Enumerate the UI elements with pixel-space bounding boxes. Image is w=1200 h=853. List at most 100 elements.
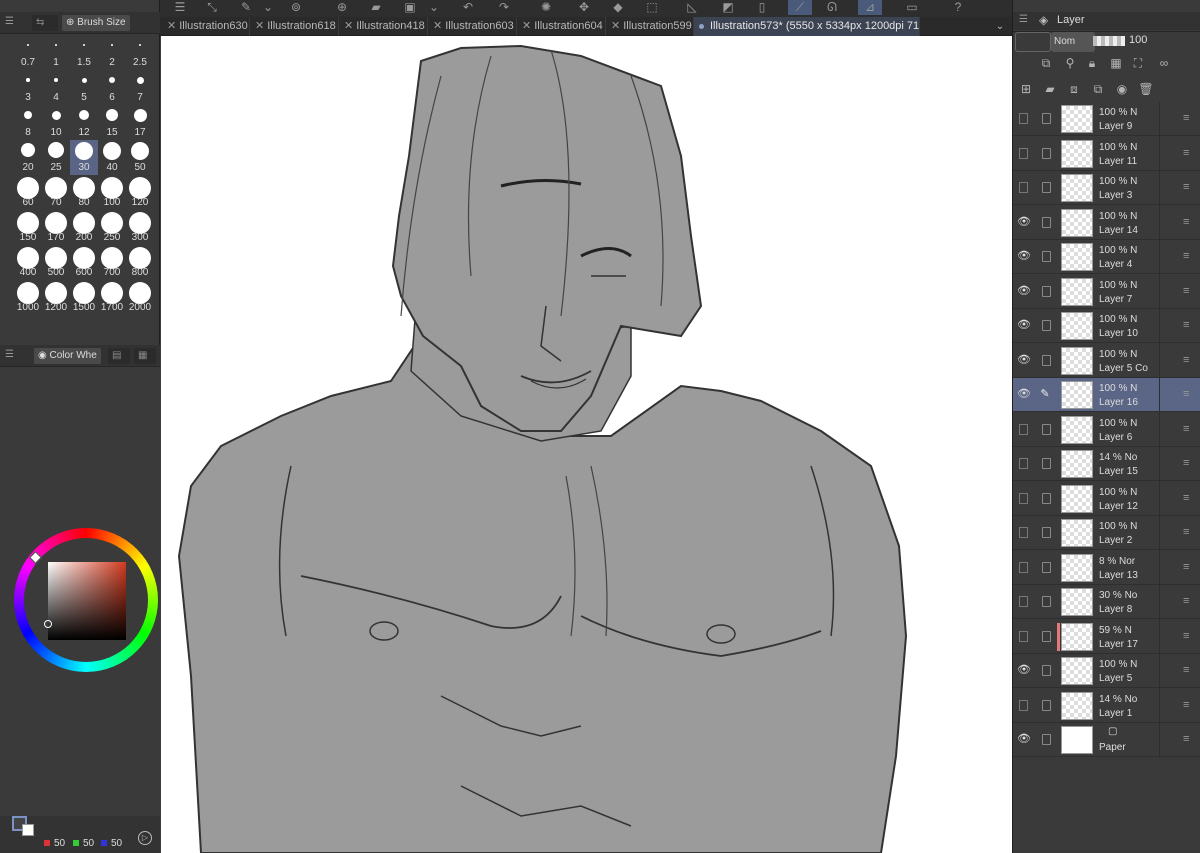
layer-lock-toggle[interactable] xyxy=(1042,630,1051,642)
save-icon[interactable]: ▣ xyxy=(398,0,422,15)
layer-drag-handle-icon[interactable]: ≡ xyxy=(1183,181,1189,193)
layer-lock-toggle[interactable] xyxy=(1042,320,1051,331)
visibility-eye-icon[interactable]: 👁︎ xyxy=(1017,353,1031,367)
brush-size-20[interactable]: 20 xyxy=(14,140,42,175)
layer-row[interactable]: 100 % N Layer 6 ≡ xyxy=(1013,413,1200,447)
brush-size-2000[interactable]: 2000 xyxy=(126,280,154,315)
layer-drag-handle-icon[interactable]: ≡ xyxy=(1183,423,1189,435)
brush-size-1700[interactable]: 1700 xyxy=(98,280,126,315)
layer-lock-toggle[interactable] xyxy=(1042,699,1051,711)
brush-size-1.5[interactable]: 1.5 xyxy=(70,35,98,70)
brush-size-800[interactable]: 800 xyxy=(126,245,154,280)
layer-drag-handle-icon[interactable]: ≡ xyxy=(1183,319,1189,331)
layer-lock-toggle[interactable] xyxy=(1042,182,1051,193)
brush-size-17[interactable]: 17 xyxy=(126,105,154,140)
color-picker-marker[interactable] xyxy=(44,620,52,628)
menu-icon[interactable]: ☰ xyxy=(168,0,192,15)
visibility-toggle[interactable] xyxy=(1019,699,1028,711)
visibility-eye-icon[interactable]: 👁︎ xyxy=(1017,249,1031,263)
visibility-toggle[interactable] xyxy=(1019,492,1028,504)
brush-size-25[interactable]: 25 xyxy=(42,140,70,175)
close-tab-icon[interactable]: ✕ xyxy=(611,20,620,32)
visibility-eye-icon[interactable]: 👁︎ xyxy=(1017,318,1031,332)
visibility-toggle[interactable] xyxy=(1019,527,1028,538)
layer-drag-handle-icon[interactable]: ≡ xyxy=(1183,561,1189,573)
sub-color-swatch[interactable] xyxy=(22,824,34,836)
visibility-toggle[interactable] xyxy=(1019,630,1028,642)
layer-lock-toggle[interactable] xyxy=(1042,665,1051,676)
layer-drag-handle-icon[interactable]: ≡ xyxy=(1183,492,1189,504)
visibility-toggle[interactable] xyxy=(1019,113,1028,124)
opacity-slider[interactable] xyxy=(1093,36,1125,46)
brush-size-6[interactable]: 6 xyxy=(98,70,126,105)
layer-row[interactable]: 👁︎ 100 % N Layer 5 Co ≡ xyxy=(1013,344,1200,378)
brush-size-0.7[interactable]: 0.7 xyxy=(14,35,42,70)
layer-drag-handle-icon[interactable]: ≡ xyxy=(1183,733,1189,745)
transfer-down-icon[interactable]: ⧈ xyxy=(1065,80,1083,98)
chevron-down-icon[interactable]: ⌄ xyxy=(256,0,280,15)
brush-size-10[interactable]: 10 xyxy=(42,105,70,140)
color-slider-tab-icon[interactable]: ▤ xyxy=(108,348,130,364)
snap-icon[interactable]: ⟋ xyxy=(788,0,812,15)
layer-row[interactable]: 100 % N Layer 11 ≡ xyxy=(1013,137,1200,171)
layer-lock-toggle[interactable] xyxy=(1042,492,1051,504)
brush-size-1[interactable]: 1 xyxy=(42,35,70,70)
layer-drag-handle-icon[interactable]: ≡ xyxy=(1183,595,1189,607)
layer-lock-toggle[interactable] xyxy=(1042,561,1051,573)
document-tab[interactable]: Illustration573* (5550 x 5334px 1200dpi … xyxy=(694,17,920,36)
layer-lock-toggle[interactable] xyxy=(1042,527,1051,538)
panel-menu-icon[interactable]: ☰ xyxy=(5,16,15,28)
brush-size-15[interactable]: 15 xyxy=(98,105,126,140)
layer-lock-toggle[interactable] xyxy=(1042,285,1051,297)
close-tab-icon[interactable]: ✕ xyxy=(344,20,353,32)
brush-size-1000[interactable]: 1000 xyxy=(14,280,42,315)
ruler-icon[interactable]: ◺ xyxy=(680,0,704,15)
visibility-toggle[interactable] xyxy=(1019,423,1028,435)
visibility-eye-icon[interactable]: 👁︎ xyxy=(1017,387,1031,401)
select-icon[interactable]: ⬚ xyxy=(640,0,664,15)
layer-drag-handle-icon[interactable]: ≡ xyxy=(1183,388,1189,400)
brush-size-80[interactable]: 80 xyxy=(70,175,98,210)
layer-mask-icon[interactable]: ◉ xyxy=(1113,80,1131,98)
document-tab[interactable]: ✕ Illustration604 xyxy=(517,17,606,36)
close-tab-icon[interactable]: ✕ xyxy=(255,20,264,32)
layer-drag-handle-icon[interactable]: ≡ xyxy=(1183,664,1189,676)
visibility-eye-icon[interactable]: 👁︎ xyxy=(1017,215,1031,229)
redo-icon[interactable]: ↷ xyxy=(492,0,516,15)
layer-lock-toggle[interactable] xyxy=(1042,216,1051,228)
layer-row[interactable]: 8 % Nor Layer 13 ≡ xyxy=(1013,551,1200,585)
layer-row[interactable]: 👁︎ 100 % N Layer 14 ≡ xyxy=(1013,206,1200,240)
brush-size-170[interactable]: 170 xyxy=(42,210,70,245)
visibility-eye-icon[interactable]: 👁︎ xyxy=(1017,663,1031,677)
layer-row[interactable]: 👁︎ ✎ 100 % N Layer 16 ≡ xyxy=(1013,378,1200,412)
layer-drag-handle-icon[interactable]: ≡ xyxy=(1183,526,1189,538)
brush-size-2.5[interactable]: 2.5 xyxy=(126,35,154,70)
layer-lock-toggle[interactable] xyxy=(1042,734,1051,745)
layer-drag-handle-icon[interactable]: ≡ xyxy=(1183,457,1189,469)
document-tab[interactable]: ✕ Illustration618 xyxy=(250,17,339,36)
brush-size-1500[interactable]: 1500 xyxy=(70,280,98,315)
grid-snap-icon[interactable]: ⊿ xyxy=(858,0,882,15)
brush-size-70[interactable]: 70 xyxy=(42,175,70,210)
blend-mode-select[interactable]: Nom xyxy=(1051,32,1095,52)
visibility-toggle[interactable] xyxy=(1019,147,1028,159)
brush-size-1200[interactable]: 1200 xyxy=(42,280,70,315)
layer-row[interactable]: 👁︎ ▢ Paper ≡ xyxy=(1013,723,1200,757)
layer-lock-toggle[interactable] xyxy=(1042,458,1051,469)
layer-drag-handle-icon[interactable]: ≡ xyxy=(1183,285,1189,297)
gradient-icon[interactable]: ◩ xyxy=(716,0,740,15)
brush-size-2[interactable]: 2 xyxy=(98,35,126,70)
layer-row[interactable]: 👁︎ 100 % N Layer 4 ≡ xyxy=(1013,240,1200,274)
layer-row[interactable]: 14 % No Layer 15 ≡ xyxy=(1013,447,1200,481)
brush-size-400[interactable]: 400 xyxy=(14,245,42,280)
merge-icon[interactable]: ⧉ xyxy=(1089,80,1107,98)
chevron-down-icon[interactable]: ⌄ xyxy=(422,0,446,15)
sub-tool-tab-icon[interactable]: ⇆ xyxy=(32,15,58,31)
new-raster-layer-icon[interactable]: ⊞ xyxy=(1017,80,1035,98)
reference-icon[interactable]: ⚲ xyxy=(1061,54,1079,72)
layer-row[interactable]: 100 % N Layer 9 ≡ xyxy=(1013,102,1200,136)
layer-row[interactable]: 30 % No Layer 8 ≡ xyxy=(1013,585,1200,619)
layer-row[interactable]: 59 % N Layer 17 ≡ xyxy=(1013,620,1200,654)
mask-enable-icon[interactable]: ⛶ xyxy=(1129,54,1147,72)
color-set-tab-icon[interactable]: ▦ xyxy=(134,348,156,364)
